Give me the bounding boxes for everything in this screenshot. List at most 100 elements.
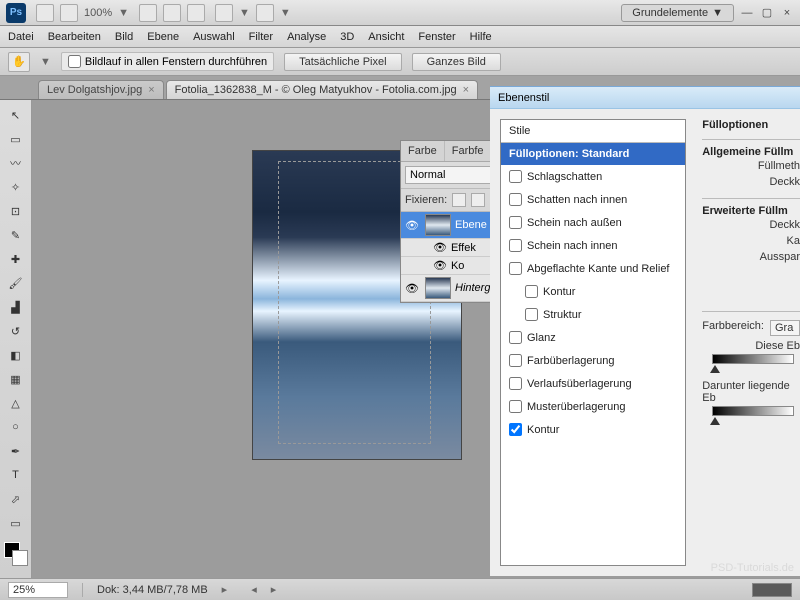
hand-icon[interactable] [139,4,157,22]
shape-tool[interactable]: ▭ [4,512,28,534]
menu-item[interactable]: 3D [340,31,354,43]
lock-transparency-icon[interactable] [452,193,466,207]
visibility-icon[interactable]: 👁 [433,259,447,272]
path-select-tool[interactable]: ⬀ [4,488,28,510]
menu-item[interactable]: Ansicht [368,31,404,43]
brush-tool[interactable]: 🖌 [4,272,28,294]
style-checkbox[interactable] [509,400,522,413]
tool-preset-dropdown-icon[interactable]: ▼ [40,56,51,68]
style-item[interactable]: Verlaufsüberlagerung [501,372,685,395]
layer-thumbnail[interactable] [425,214,451,236]
zoom-dropdown-icon[interactable]: ▼ [118,7,129,19]
dialog-titlebar[interactable]: Ebenenstil [490,87,800,109]
style-item[interactable]: Abgeflachte Kante und Relief [501,257,685,280]
status-dropdown-icon[interactable]: ▸ [222,583,228,596]
panel-tab-color[interactable]: Farbe [401,141,445,161]
tab-close-icon[interactable]: × [463,84,469,96]
menu-item[interactable]: Ebene [147,31,179,43]
style-checkbox[interactable] [509,331,522,344]
layer-name: Hinterg [455,282,490,294]
this-layer-slider[interactable] [712,354,794,364]
move-tool[interactable]: ↖ [4,104,28,126]
style-item[interactable]: Schlagschatten [501,165,685,188]
style-item[interactable]: Kontur [501,280,685,303]
marquee-tool[interactable]: ▭ [4,128,28,150]
style-item[interactable]: Farbüberlagerung [501,349,685,372]
zoom-tool-icon[interactable] [163,4,181,22]
tab-close-icon[interactable]: × [148,84,154,96]
fit-screen-button[interactable]: Ganzes Bild [412,53,501,71]
style-checkbox[interactable] [509,354,522,367]
visibility-icon[interactable]: 👁 [403,219,421,232]
screenmode-dropdown-icon[interactable]: ▼ [280,7,291,19]
close-icon[interactable]: × [780,6,794,20]
style-checkbox[interactable] [509,423,522,436]
rotate-view-icon[interactable] [187,4,205,22]
menu-item[interactable]: Hilfe [470,31,492,43]
hand-tool-indicator[interactable]: ✋ [8,52,30,72]
style-item[interactable]: Kontur [501,418,685,441]
wand-tool[interactable]: ✧ [4,176,28,198]
style-checkbox[interactable] [509,193,522,206]
style-item[interactable]: Schein nach außen [501,211,685,234]
document-tab[interactable]: Fotolia_1362838_M - © Oleg Matyukhov - F… [166,80,478,99]
color-swatches[interactable] [4,542,28,566]
dodge-tool[interactable]: ○ [4,416,28,438]
eyedropper-tool[interactable]: ✎ [4,224,28,246]
visibility-icon[interactable]: 👁 [403,282,421,295]
scroll-all-checkbox[interactable]: Bildlauf in allen Fenstern durchführen [61,52,274,71]
style-item[interactable]: Schatten nach innen [501,188,685,211]
style-item[interactable]: Struktur [501,303,685,326]
scroll-all-input[interactable] [68,55,81,68]
eraser-tool[interactable]: ◧ [4,344,28,366]
style-item[interactable]: Glanz [501,326,685,349]
zoom-field[interactable]: 25% [8,582,68,598]
style-checkbox[interactable] [509,239,522,252]
underlying-slider[interactable] [712,406,794,416]
crop-tool[interactable]: ⊡ [4,200,28,222]
style-checkbox[interactable] [525,285,538,298]
top-zoom[interactable]: 100% [84,7,112,19]
style-checkbox[interactable] [509,216,522,229]
style-checkbox[interactable] [509,262,522,275]
gradient-tool[interactable]: ▦ [4,368,28,390]
style-checkbox[interactable] [509,377,522,390]
menu-item[interactable]: Bild [115,31,133,43]
menu-item[interactable]: Auswahl [193,31,235,43]
menu-item[interactable]: Datei [8,31,34,43]
pen-tool[interactable]: ✒ [4,440,28,462]
healing-tool[interactable]: ✚ [4,248,28,270]
lasso-tool[interactable]: 〰 [4,152,28,174]
style-label: Kontur [527,424,559,436]
scroll-left-icon[interactable]: ◂ [251,583,257,596]
document-tab[interactable]: Lev Dolgatshjov.jpg × [38,80,164,99]
scroll-right-icon[interactable]: ▸ [271,583,277,596]
blendif-select[interactable]: Gra [770,320,800,336]
style-checkbox[interactable] [525,308,538,321]
screenmode-icon[interactable] [256,4,274,22]
arrangement-icon[interactable] [215,4,233,22]
layout-icon[interactable] [60,4,78,22]
stamp-tool[interactable]: ▟ [4,296,28,318]
panel-tab-swatches[interactable]: Farbfe [445,141,492,161]
menu-item[interactable]: Analyse [287,31,326,43]
actual-pixels-button[interactable]: Tatsächliche Pixel [284,53,401,71]
type-tool[interactable]: T [4,464,28,486]
workspace-switcher[interactable]: Grundelemente ▼ [621,4,734,22]
style-checkbox[interactable] [509,170,522,183]
bridge-icon[interactable] [36,4,54,22]
layer-thumbnail[interactable] [425,277,451,299]
menu-item[interactable]: Fenster [418,31,455,43]
history-brush-tool[interactable]: ↺ [4,320,28,342]
visibility-icon[interactable]: 👁 [433,241,447,254]
arrange-dropdown-icon[interactable]: ▼ [239,7,250,19]
style-item[interactable]: Musterüberlagerung [501,395,685,418]
menu-item[interactable]: Filter [249,31,273,43]
minimize-icon[interactable]: — [740,6,754,20]
style-item[interactable]: Fülloptionen: Standard [501,143,685,165]
style-item[interactable]: Schein nach innen [501,234,685,257]
lock-pixels-icon[interactable] [471,193,485,207]
blur-tool[interactable]: △ [4,392,28,414]
maximize-icon[interactable]: ▢ [760,6,774,20]
menu-item[interactable]: Bearbeiten [48,31,101,43]
